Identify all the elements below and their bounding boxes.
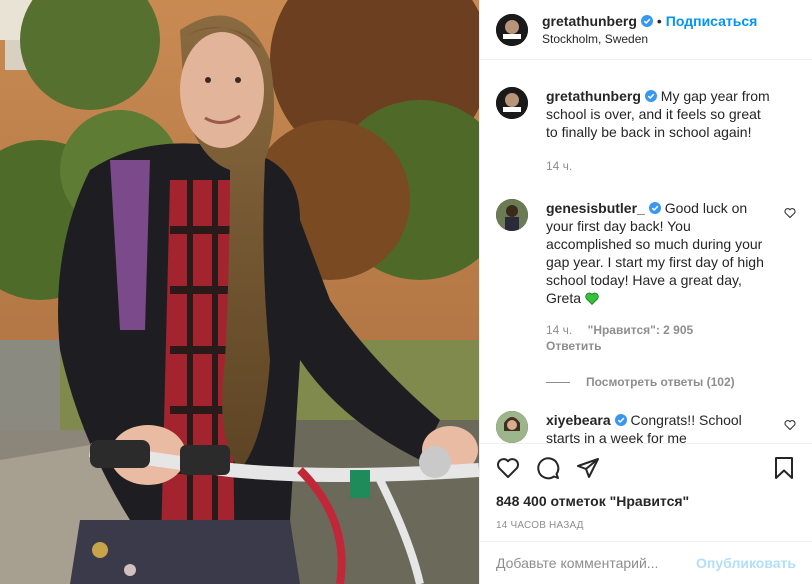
comments-list[interactable]: gretathunberg My gap year from school is… [480,61,812,443]
commenter-username[interactable]: genesisbutler_ [546,200,645,216]
verified-badge-icon [640,14,653,27]
follow-button[interactable]: Подписаться [666,12,758,30]
share-icon[interactable] [576,456,600,480]
comment-likes[interactable]: "Нравится": 2 905 [588,323,694,337]
post-location[interactable]: Stockholm, Sweden [542,30,757,48]
verified-badge-icon [648,202,661,214]
caption-time[interactable]: 14 ч. [546,159,572,173]
photo-illustration [0,0,479,584]
publish-button[interactable]: Опубликовать [696,555,796,571]
post-timestamp[interactable]: 14 часов назад [496,520,796,531]
green-heart-emoji-icon [585,292,599,305]
reply-button[interactable]: Ответить [546,337,770,355]
commenter-username[interactable]: xiyebeara [546,412,611,428]
view-replies-button[interactable]: Посмотреть ответы (102) [546,375,796,389]
caption-comment: gretathunberg My gap year from school is… [496,87,796,173]
comment-item: genesisbutler_ Good luck on your first d… [496,199,796,355]
commenter-avatar[interactable] [496,411,528,443]
separator-dot: • [656,12,662,29]
comment-time[interactable]: 14 ч. [546,323,572,337]
replies-divider-line [546,381,570,383]
comment-item: xiyebeara Congrats!! School starts in a … [496,411,796,443]
commenter-avatar[interactable] [496,199,528,231]
post-photo [0,0,479,584]
heart-icon[interactable] [496,456,520,480]
post-header: gretathunberg • Подписаться Stockholm, S… [480,0,812,60]
caption-username[interactable]: gretathunberg [546,88,641,104]
post-sidebar: gretathunberg • Подписаться Stockholm, S… [479,0,812,584]
verified-badge-icon [614,414,627,426]
bookmark-icon[interactable] [772,456,796,480]
verified-badge-icon [644,90,657,102]
author-username[interactable]: gretathunberg [542,12,637,30]
comment-icon[interactable] [536,456,560,480]
comment-like-heart-icon[interactable] [784,207,796,219]
post-actions: 848 400 отметок "Нравится" 14 часов наза… [480,443,812,531]
comment-input[interactable] [496,555,697,571]
likes-count[interactable]: 848 400 отметок "Нравится" [496,492,796,510]
caption-author-avatar[interactable] [496,87,528,119]
author-avatar[interactable] [496,13,528,46]
comment-like-heart-icon[interactable] [784,419,796,431]
view-replies-label: Посмотреть ответы (102) [586,375,735,389]
add-comment-bar: Опубликовать [480,541,812,584]
